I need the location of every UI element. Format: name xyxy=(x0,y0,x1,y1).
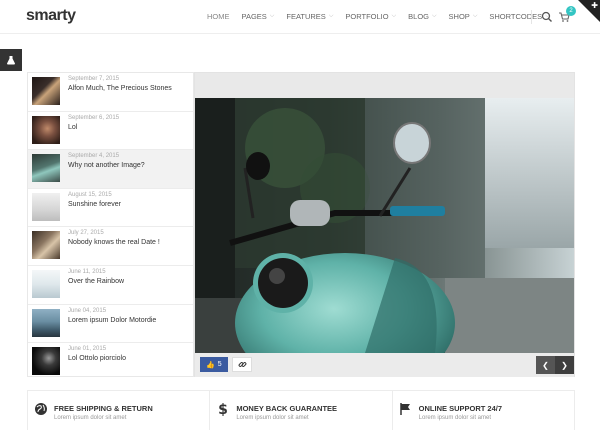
search-icon xyxy=(541,11,552,22)
post-date: June 04, 2015 xyxy=(68,307,107,314)
post-date: August 15, 2015 xyxy=(68,191,112,198)
nav-portfolio[interactable]: PORTFOLIO ⌵ xyxy=(345,12,396,21)
post-title[interactable]: Lorem ipsum Dolor Motordie xyxy=(68,317,156,324)
site-header: smarty HOME PAGES ⌵ FEATURES ⌵ PORTFOLIO ⌵ … xyxy=(0,0,600,34)
post-thumbnail xyxy=(32,269,60,298)
feature-title: ONLINE SUPPORT 24/7 xyxy=(418,404,503,413)
chevron-down-icon: ⌵ xyxy=(472,13,478,19)
search-button[interactable] xyxy=(541,10,553,22)
post-title[interactable]: Sunshine forever xyxy=(68,201,121,208)
like-count: 5 xyxy=(217,361,222,368)
svg-text:$: $ xyxy=(218,402,228,416)
feature-subtitle: Lorem ipsum dolor sit amet xyxy=(236,415,309,421)
nav-features[interactable]: FEATURES ⌵ xyxy=(286,12,333,21)
post-date: June 11, 2015 xyxy=(68,268,106,275)
post-item[interactable]: June 11, 2015 Over the Rainbow xyxy=(28,266,193,305)
plus-icon: ✚ xyxy=(591,1,598,10)
nav-pages[interactable]: PAGES ⌵ xyxy=(242,12,275,21)
post-title[interactable]: Lol Ottolo piorciolo xyxy=(68,355,126,362)
features-bar: FREE SHIPPING & RETURN Lorem ipsum dolor… xyxy=(27,390,575,430)
nav-blog[interactable]: BLOG ⌵ xyxy=(408,12,436,21)
post-date: September 6, 2015 xyxy=(68,114,120,121)
feature-subtitle: Lorem ipsum dolor sit amet xyxy=(418,415,492,421)
site-logo[interactable]: smarty xyxy=(26,7,76,25)
post-item[interactable]: September 7, 2015 Alfon Much, The Precio… xyxy=(28,73,193,112)
style-switcher-tab[interactable] xyxy=(0,49,22,71)
post-item[interactable]: June 01, 2015 Lol Ottolo piorciolo xyxy=(28,343,193,382)
facebook-like-button[interactable]: 👍 5 xyxy=(200,357,228,372)
post-date: September 7, 2015 xyxy=(68,76,120,82)
post-date: July 27, 2015 xyxy=(68,230,104,237)
post-title[interactable]: Alfon Much, The Precious Stones xyxy=(68,85,172,92)
slider-image[interactable] xyxy=(195,98,574,353)
post-thumbnail xyxy=(32,192,60,221)
feature-guarantee: $ MONEY BACK GUARANTEE Lorem ipsum dolor… xyxy=(210,391,393,430)
chevron-down-icon: ⌵ xyxy=(328,13,334,19)
chevron-down-icon: ⌵ xyxy=(391,13,397,19)
nav-divider xyxy=(531,10,532,24)
feature-title: FREE SHIPPING & RETURN xyxy=(54,404,153,413)
post-list: September 7, 2015 Alfon Much, The Precio… xyxy=(27,72,194,377)
post-title[interactable]: Why not another Image? xyxy=(68,162,145,169)
post-title[interactable]: Lol xyxy=(68,124,77,131)
post-thumbnail xyxy=(32,231,60,260)
link-icon xyxy=(238,362,246,367)
post-title[interactable]: Nobody knows the real Date ! xyxy=(68,239,160,246)
chevron-right-icon: ❯ xyxy=(561,360,568,370)
post-date: June 01, 2015 xyxy=(68,346,107,353)
nav-home[interactable]: HOME xyxy=(207,12,230,21)
slider-top-bar xyxy=(195,73,574,98)
nav-shop[interactable]: SHOP ⌵ xyxy=(449,12,478,21)
post-title[interactable]: Over the Rainbow xyxy=(68,278,124,285)
flag-icon xyxy=(399,403,410,415)
flask-icon xyxy=(7,56,15,65)
post-thumbnail xyxy=(32,77,60,105)
post-item[interactable]: September 4, 2015 Why not another Image? xyxy=(28,150,193,189)
feature-title: MONEY BACK GUARANTEE xyxy=(236,404,338,413)
post-item[interactable]: June 04, 2015 Lorem ipsum Dolor Motordie xyxy=(28,305,193,344)
slider-bottom-bar: 👍 5 ❮ ❯ xyxy=(195,353,574,377)
post-date: September 4, 2015 xyxy=(68,153,120,160)
post-item[interactable]: July 27, 2015 Nobody knows the real Date… xyxy=(28,227,193,266)
copy-link-button[interactable] xyxy=(232,357,252,372)
post-thumbnail xyxy=(32,308,60,337)
post-thumbnail xyxy=(32,154,60,183)
dollar-icon: $ xyxy=(218,402,228,416)
chevron-down-icon: ⌵ xyxy=(269,13,275,19)
thumbs-up-icon: 👍 xyxy=(206,361,215,369)
main-nav: HOME PAGES ⌵ FEATURES ⌵ PORTFOLIO ⌵ BLOG ⌵ S… xyxy=(207,12,562,21)
chevron-left-icon: ❮ xyxy=(542,360,549,370)
post-thumbnail xyxy=(32,347,60,376)
feature-subtitle: Lorem ipsum dolor sit amet xyxy=(54,415,127,421)
cart-count-badge: 2 xyxy=(566,6,576,16)
feature-support: ONLINE SUPPORT 24/7 Lorem ipsum dolor si… xyxy=(393,391,574,430)
post-thumbnail xyxy=(32,115,60,144)
slider-navigation: ❮ ❯ xyxy=(536,356,574,374)
post-item[interactable]: September 6, 2015 Lol xyxy=(28,112,193,151)
globe-icon xyxy=(35,403,47,415)
prev-slide-button[interactable]: ❮ xyxy=(536,356,555,374)
next-slide-button[interactable]: ❯ xyxy=(555,356,574,374)
featured-slider: 👍 5 ❮ ❯ xyxy=(194,72,575,377)
post-item[interactable]: August 15, 2015 Sunshine forever xyxy=(28,189,193,228)
feature-shipping: FREE SHIPPING & RETURN Lorem ipsum dolor… xyxy=(28,391,211,430)
scooter-photo xyxy=(195,98,574,353)
chevron-down-icon: ⌵ xyxy=(431,13,437,19)
